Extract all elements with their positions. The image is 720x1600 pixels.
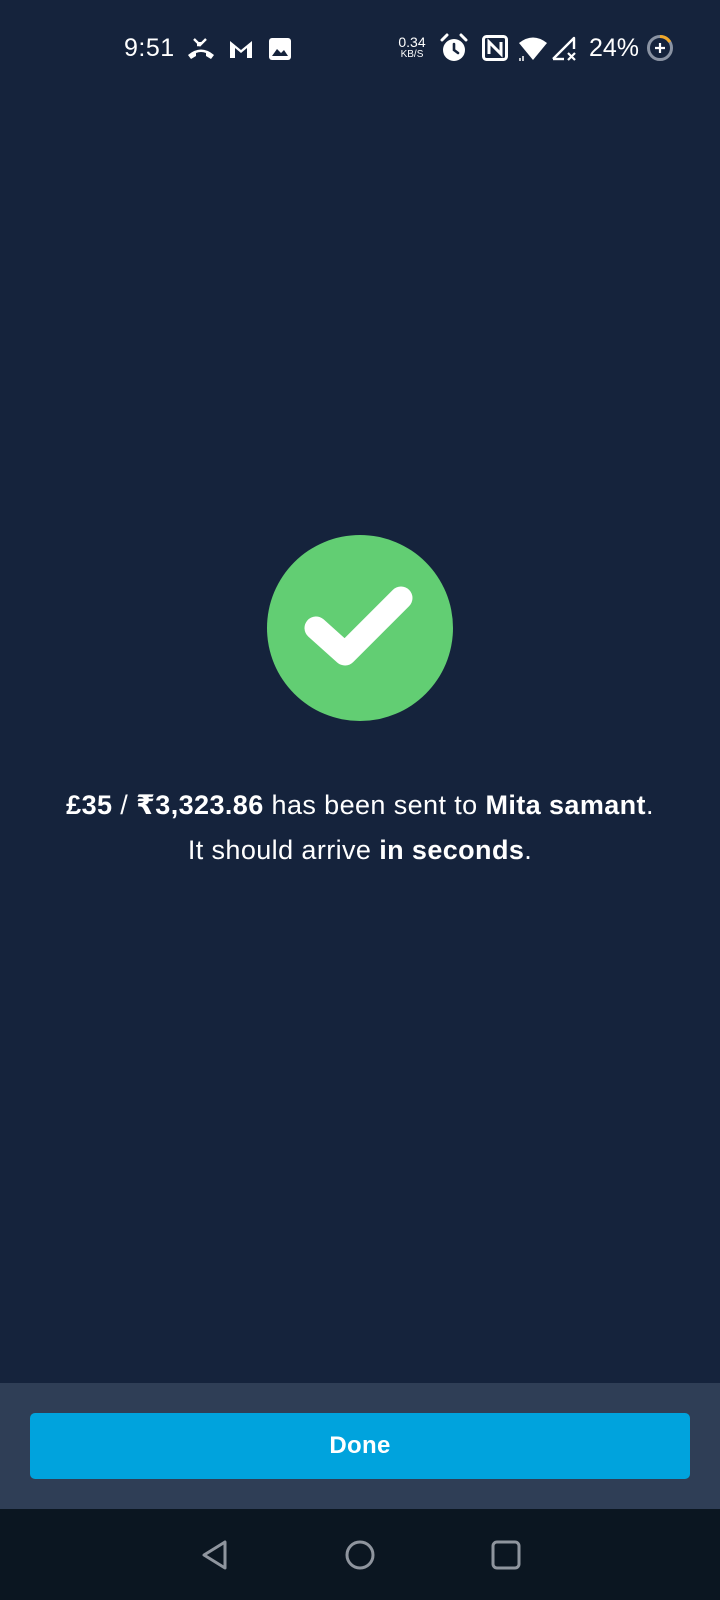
sent-text: has been sent to <box>263 790 486 820</box>
gallery-icon <box>269 38 291 60</box>
network-speed-value: 0.34 <box>398 34 426 50</box>
navigation-bar <box>0 1509 720 1600</box>
battery-icon <box>647 35 673 61</box>
action-area: Done <box>0 1383 720 1509</box>
amount-separator: / <box>112 790 137 820</box>
no-signal-icon <box>552 36 576 61</box>
recipient-name: Mita samant <box>485 790 646 820</box>
back-icon[interactable] <box>198 1537 232 1573</box>
home-icon[interactable] <box>342 1537 378 1573</box>
network-speed-unit: KB/S <box>400 49 424 60</box>
alarm-icon <box>440 33 468 61</box>
wifi-icon <box>519 37 547 61</box>
success-badge <box>267 535 453 721</box>
gmail-icon <box>230 41 252 58</box>
recents-icon[interactable] <box>488 1537 524 1573</box>
missed-call-icon <box>188 38 214 59</box>
amount-gbp: £35 <box>66 790 113 820</box>
status-bar: 9:51 0.34 KB/S 24% <box>0 0 720 96</box>
amount-inr: ₹3,323.86 <box>136 790 264 820</box>
status-time: 9:51 <box>124 34 175 62</box>
nfc-icon <box>482 35 508 61</box>
confirmation-message: £35 / ₹3,323.86 has been sent to Mita sa… <box>60 783 660 873</box>
checkmark-icon <box>304 586 413 666</box>
done-button[interactable]: Done <box>30 1413 690 1479</box>
network-speed: 0.34 KB/S <box>394 35 430 60</box>
end-text: . <box>524 835 533 865</box>
battery-percent: 24% <box>589 34 640 62</box>
arrival-time: in seconds <box>379 835 525 865</box>
